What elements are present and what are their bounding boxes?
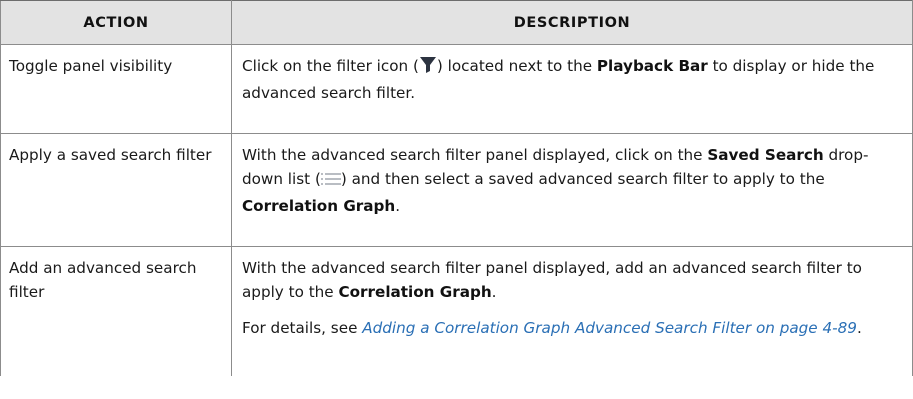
action-text: Toggle panel visibility: [9, 57, 173, 75]
details-text: For details, see Adding a Correlation Gr…: [242, 316, 902, 340]
text-part: ) located next to the: [436, 57, 597, 75]
description-text: With the advanced search filter panel di…: [242, 256, 902, 304]
bold-term: Saved Search: [707, 146, 824, 164]
text-part: With the advanced search filter panel di…: [242, 146, 708, 164]
table-row: Apply a saved search filter With the adv…: [0, 133, 913, 247]
bold-term: Playback Bar: [596, 57, 708, 75]
action-text: Apply a saved search filter: [9, 146, 212, 164]
table-header-row: Action Description: [0, 0, 913, 45]
text-part: .: [395, 197, 401, 215]
description-cell: With the advanced search filter panel di…: [231, 133, 913, 247]
header-action: Action: [0, 0, 232, 45]
table-row: Add an advanced search filter With the a…: [0, 246, 913, 376]
action-cell: Toggle panel visibility: [0, 44, 232, 134]
table-row: Toggle panel visibility Click on the fil…: [0, 44, 913, 134]
description-cell: With the advanced search filter panel di…: [231, 246, 913, 376]
description-cell: Click on the filter icon ( ) located next…: [231, 44, 913, 134]
details-link[interactable]: Adding a Correlation Graph Advanced Sear…: [362, 319, 857, 337]
bold-term: Correlation Graph: [242, 197, 396, 215]
description-text: With the advanced search filter panel di…: [242, 143, 902, 218]
filter-icon: [419, 56, 437, 81]
text-part: For details, see: [242, 319, 363, 337]
text-part: Click on the filter icon (: [242, 57, 419, 75]
text-part: .: [856, 319, 862, 337]
text-part: .: [491, 283, 497, 301]
header-description: Description: [231, 0, 913, 45]
list-icon: [320, 170, 341, 194]
actions-table: Action Description Toggle panel visibili…: [0, 0, 913, 376]
description-text: Click on the filter icon ( ) located next…: [242, 54, 902, 105]
text-part: With the advanced search filter panel di…: [242, 259, 862, 301]
action-text: Add an advanced search filter: [9, 259, 197, 301]
bold-term: Correlation Graph: [338, 283, 492, 301]
action-cell: Add an advanced search filter: [0, 246, 232, 376]
text-part: ) and then select a saved advanced searc…: [340, 170, 825, 188]
action-cell: Apply a saved search filter: [0, 133, 232, 247]
